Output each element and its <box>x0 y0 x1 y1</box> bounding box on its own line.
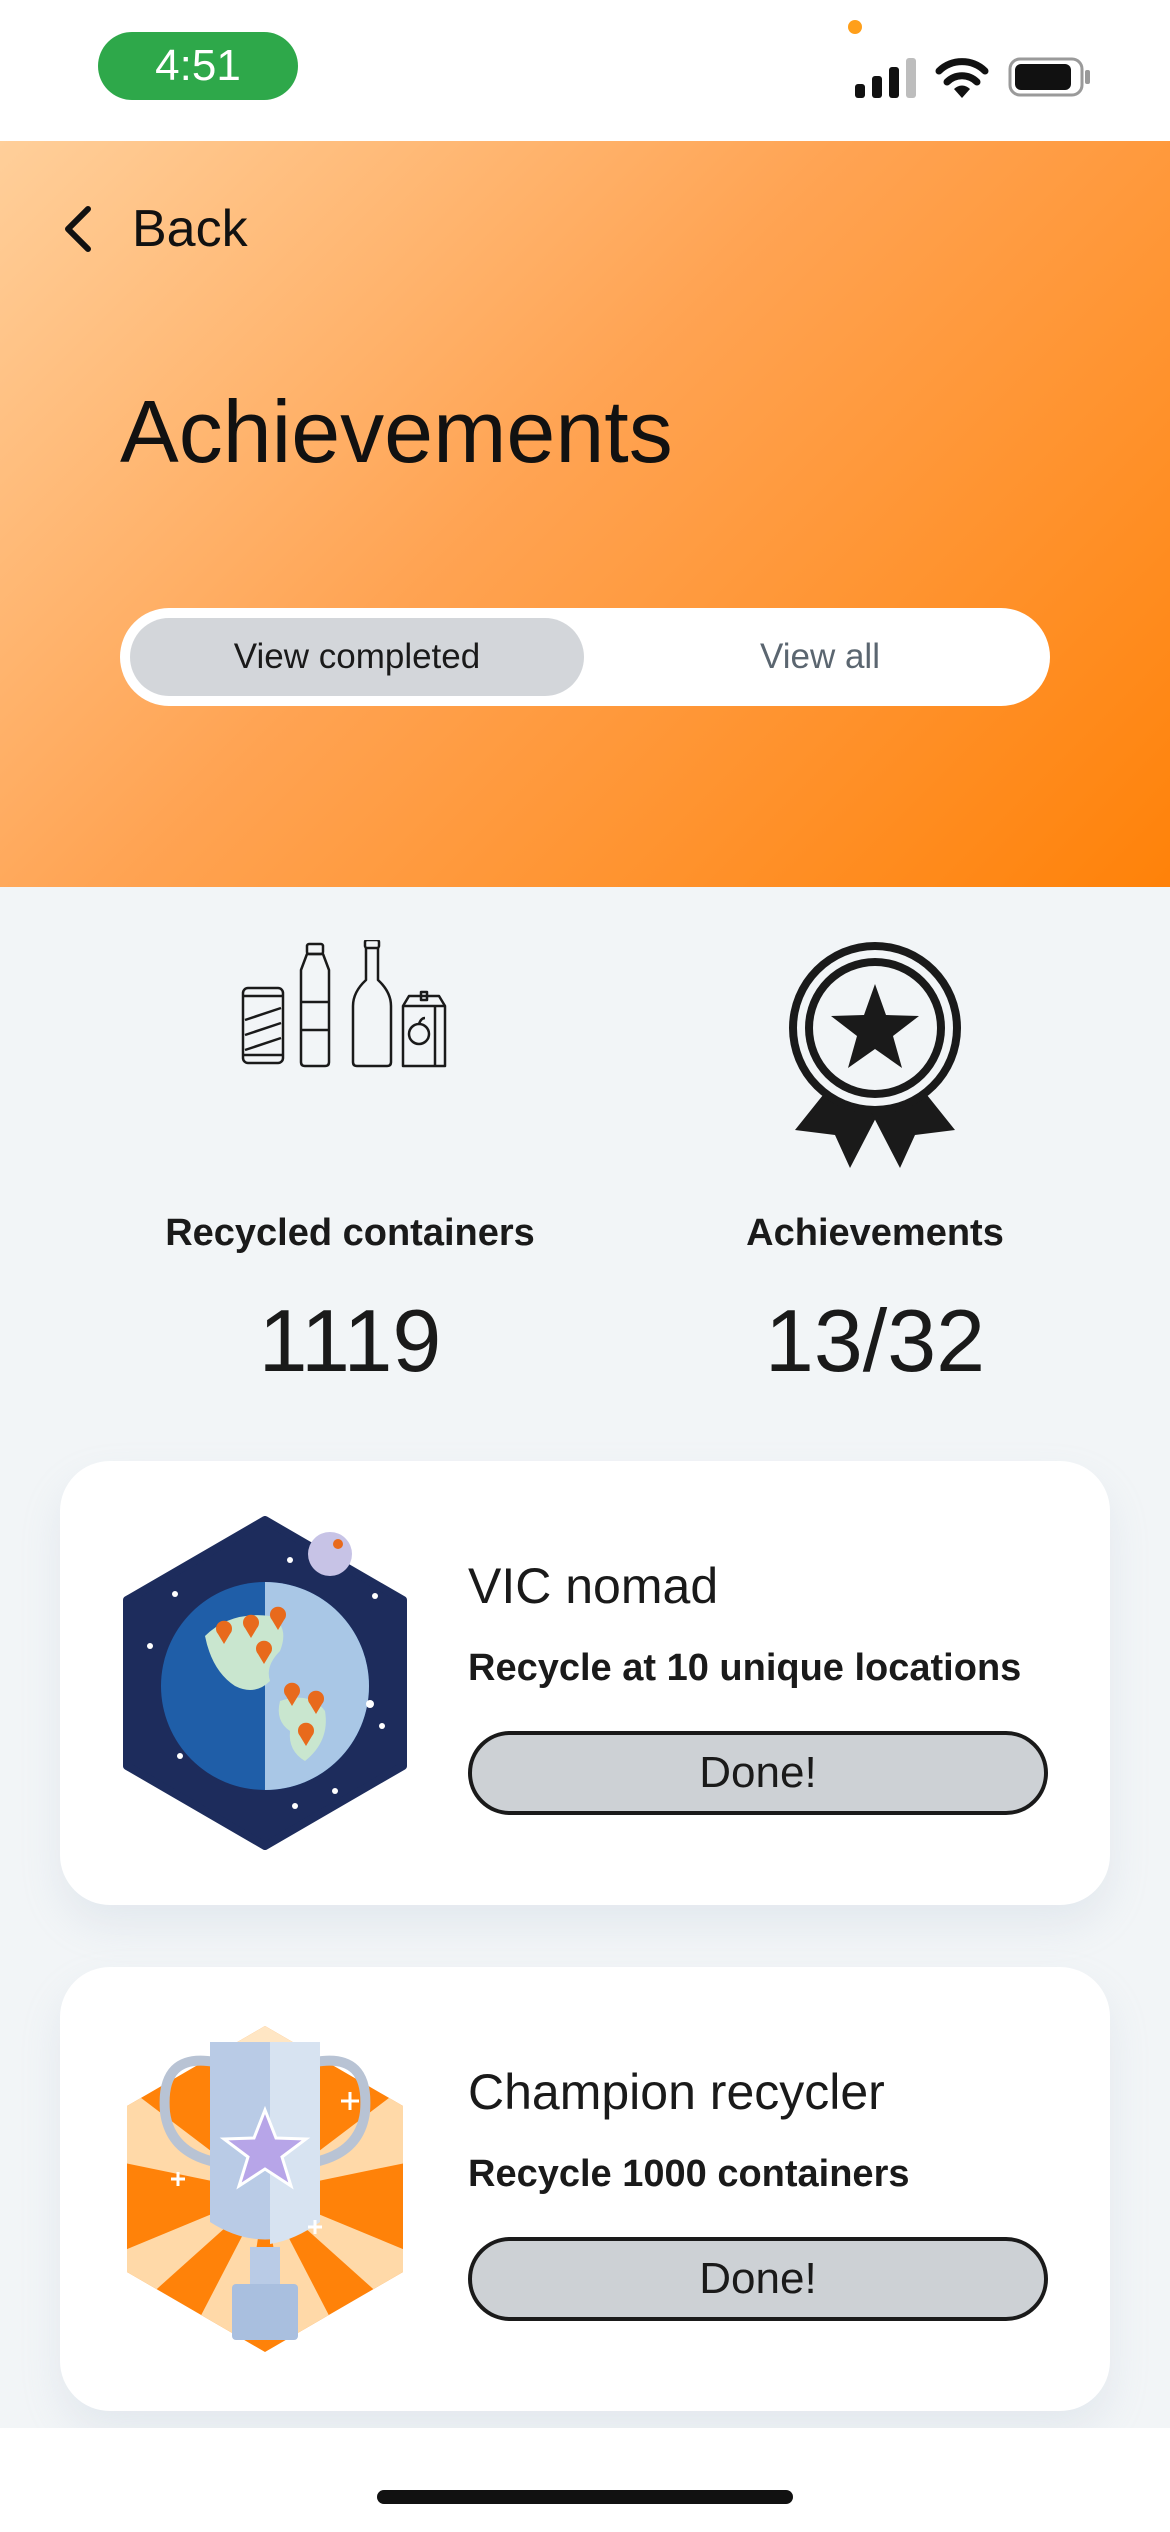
trophy-badge-icon <box>127 2026 403 2352</box>
achievement-title: Champion recycler <box>468 2064 885 2120</box>
privacy-indicator-dot <box>848 20 862 34</box>
achievement-title: VIC nomad <box>468 1558 719 1614</box>
home-bar-area <box>0 2428 1170 2532</box>
recycled-containers-value: 1119 <box>258 1291 442 1390</box>
battery-icon <box>1008 57 1090 97</box>
achievement-card: VIC nomad Recycle at 10 unique locations… <box>60 1461 1110 1905</box>
achievement-description: Recycle 1000 containers <box>468 2153 910 2195</box>
achievements-value: 13/32 <box>764 1291 986 1390</box>
recycled-containers-label: Recycled containers <box>165 1212 535 1254</box>
cellular-signal-icon <box>855 58 916 98</box>
containers-icon <box>241 940 447 1068</box>
achievement-description: Recycle at 10 unique locations <box>468 1647 1022 1689</box>
recycled-containers-stat: Recycled containers 1119 <box>90 940 610 1390</box>
page-title: Achievements <box>120 382 673 481</box>
tab-view-all[interactable]: View all <box>600 618 1040 696</box>
header-banner: Back Achievements View completed View al… <box>0 141 1170 887</box>
award-medal-icon <box>789 942 961 1168</box>
view-filter-segmented-control: View completed View all <box>120 608 1050 706</box>
back-button[interactable]: Back <box>60 189 248 269</box>
tab-view-completed[interactable]: View completed <box>130 618 584 696</box>
achievements-stat: Achievements 13/32 <box>615 940 1135 1390</box>
globe-badge-icon <box>123 1516 407 1850</box>
status-time: 4:51 <box>98 32 298 100</box>
chevron-left-icon <box>65 206 91 252</box>
wifi-icon <box>935 58 989 98</box>
status-bar: 4:51 <box>0 0 1170 141</box>
back-label: Back <box>132 200 248 258</box>
achievements-label: Achievements <box>746 1212 1004 1254</box>
achievement-done-button[interactable]: Done! <box>468 1731 1048 1815</box>
home-indicator[interactable] <box>377 2490 793 2504</box>
achievement-done-button[interactable]: Done! <box>468 2237 1048 2321</box>
achievement-card: Champion recycler Recycle 1000 container… <box>60 1967 1110 2411</box>
